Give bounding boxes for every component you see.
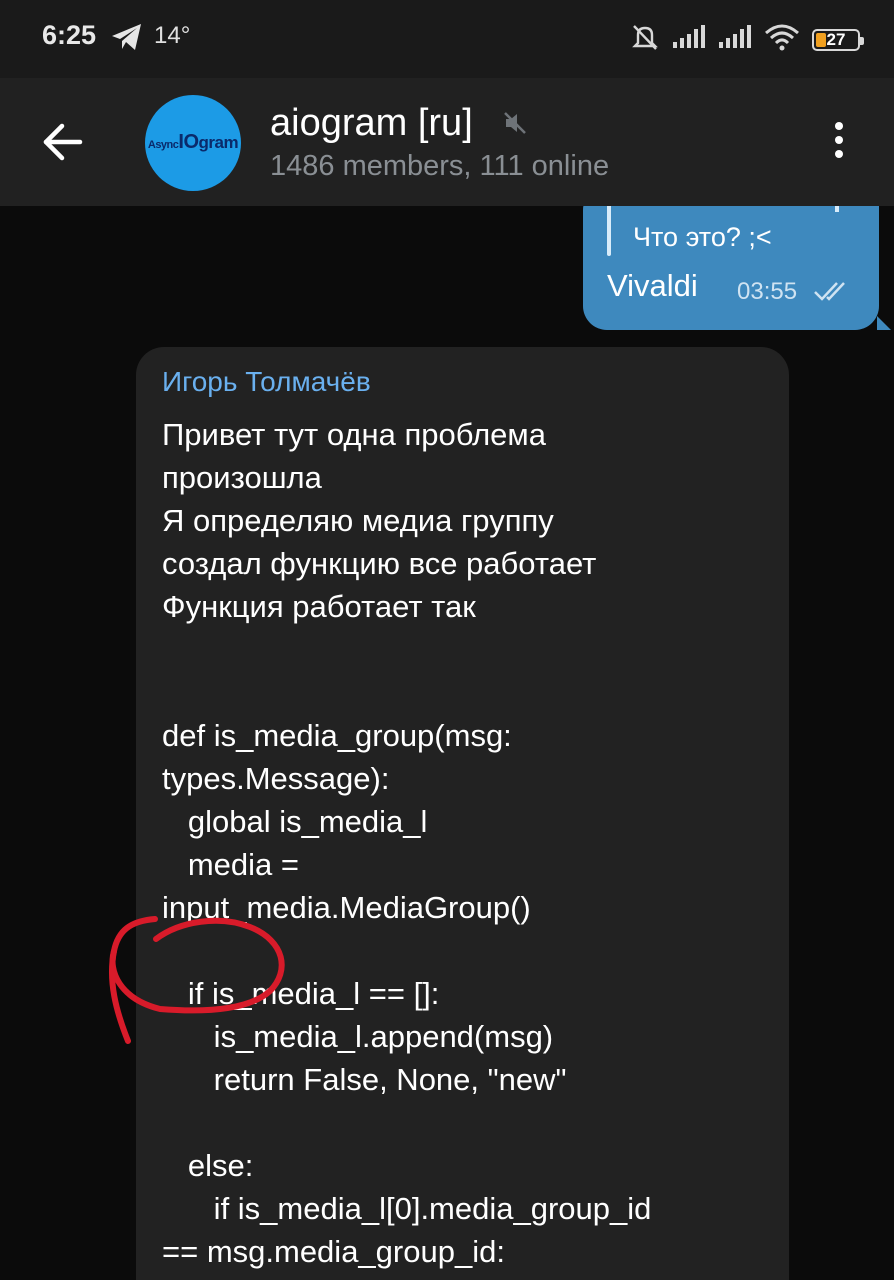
- message-text: Привет тут одна проблема произошла Я опр…: [162, 417, 652, 1269]
- message-text: Vivaldi: [607, 268, 698, 303]
- telegram-icon: [110, 22, 144, 57]
- incoming-message[interactable]: Игорь Толмачёв Привет тут одна проблема …: [136, 347, 789, 1280]
- more-options-icon[interactable]: [826, 122, 852, 164]
- status-bar: 6:25 14° 27: [0, 0, 894, 78]
- signal-icon: [672, 24, 706, 55]
- message-list[interactable]: Что это? ;< Vivaldi 03:55 Игорь Толмачёв…: [0, 206, 894, 1280]
- status-time: 6:25: [42, 20, 97, 50]
- double-check-icon: [813, 280, 853, 307]
- aiogram-logo: AsyncIOgram: [147, 131, 239, 153]
- reply-quote-bar: [607, 206, 611, 256]
- status-temperature: 14°: [154, 22, 191, 49]
- muted-icon: [503, 110, 529, 141]
- message-time: 03:55: [737, 278, 798, 305]
- battery-icon: 27: [812, 28, 864, 51]
- group-avatar[interactable]: AsyncIOgram: [145, 95, 241, 191]
- signal-icon: [718, 24, 752, 55]
- mute-alarm-icon: [630, 22, 660, 57]
- reply-quote-text: Что это? ;<: [633, 222, 772, 252]
- hand-drawn-circle-annotation: [109, 916, 285, 1044]
- status-icons: 27: [630, 22, 864, 57]
- reply-quote-edge: [835, 206, 839, 212]
- back-arrow-icon[interactable]: [40, 118, 88, 166]
- chat-members-status: 1486 members, 111 online: [270, 150, 610, 182]
- wifi-icon: [764, 23, 800, 56]
- battery-level: 27: [826, 29, 846, 49]
- chat-header: AsyncIOgram aiogram [ru] 1486 members, 1…: [0, 78, 894, 206]
- chat-title[interactable]: aiogram [ru]: [270, 102, 473, 145]
- sender-name[interactable]: Игорь Толмачёв: [162, 366, 371, 398]
- outgoing-message[interactable]: Что это? ;< Vivaldi 03:55: [583, 206, 891, 330]
